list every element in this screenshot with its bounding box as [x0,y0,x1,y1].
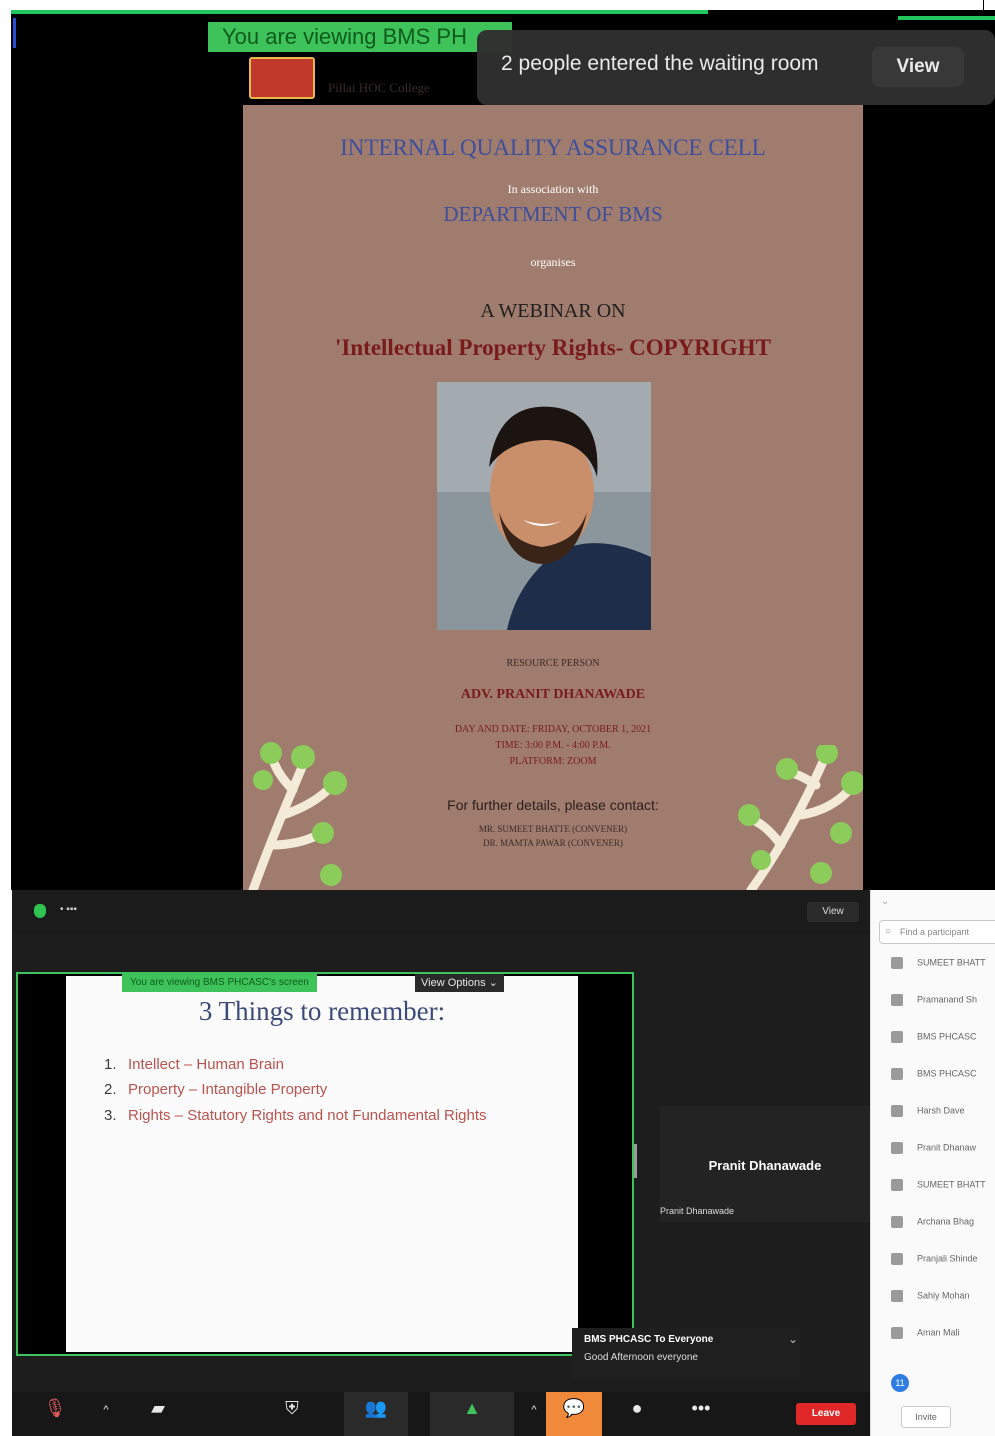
avatar [891,1253,903,1265]
more-dots-icon: ••• [691,1398,711,1418]
leave-meeting-button[interactable]: Leave [796,1403,856,1425]
avatar [891,1142,903,1154]
view-options-dropdown[interactable]: View Options ⌄ [415,974,504,992]
video-camera-icon: ▰ [151,1398,165,1418]
college-name: Pillai HOC College [328,80,430,95]
poster-date: DAY AND DATE: FRIDAY, OCTOBER 1, 2021 [454,724,652,735]
more-button[interactable]: ••• [676,1392,726,1436]
poster-tree-right-icon [738,745,863,890]
poster-tree-left-icon [248,742,347,890]
poster-iqac-title: INTERNAL QUALITY ASSURANCE CELL [340,135,766,160]
poster-department: DEPARTMENT OF BMS [443,202,663,226]
chat-message: Good Afternoon everyone [584,1352,698,1363]
chat-button[interactable]: 💬 [546,1392,602,1436]
college-logo [249,57,315,99]
avatar [891,1216,903,1228]
participant-row[interactable]: Aman Mali [891,1327,995,1347]
video-tile-name: Pranit Dhanawade [708,1158,822,1173]
slide-item-1: 1. Intellect – Human Brain [104,1056,284,1073]
participant-count-badge: 11 [891,1374,909,1392]
share-screen-button[interactable]: ▲ [430,1392,514,1436]
avatar [891,1179,903,1191]
meeting-info-icon[interactable]: • ▪▪▪ [60,904,77,915]
participant-row[interactable]: SUMEET BHATT [891,957,995,977]
waiting-room-notification: 2 people entered the waiting room View [477,30,995,105]
video-tile-caption: Pranit Dhanawade [660,1206,735,1216]
cursor-caret [13,18,16,48]
invite-button[interactable]: Invite [901,1406,951,1428]
participant-row[interactable]: Pramanand Sh [891,994,995,1014]
participant-row[interactable]: Archana Bhag [891,1216,995,1236]
zoom-meeting-window: • ▪▪▪ View 3 Things to remember: 1. Intel… [12,890,870,1436]
share-indicator-line-right [898,16,995,20]
security-shield-icon[interactable] [34,904,46,918]
speaker-photo [437,382,651,630]
poster-webinar-heading: A WEBINAR ON [480,300,626,322]
participant-row[interactable]: SUMEET BHATT [891,1179,995,1199]
search-icon: ○ [885,926,892,937]
chevron-up-icon: ^ [531,1404,537,1416]
audio-options-caret[interactable]: ^ [96,1392,116,1436]
share-screen-icon: ▲ [463,1398,481,1418]
poster-organises: organises [530,255,576,269]
record-button[interactable]: ● [612,1392,662,1436]
start-video-button[interactable]: ▰ [130,1392,186,1436]
participant-video-tile[interactable]: Pranit Dhanawade Pranit Dhanawade [660,1106,870,1222]
view-layout-button[interactable]: View [807,902,859,922]
participants-icon: 👥 [364,1398,388,1418]
avatar [891,1290,903,1302]
shared-screen-top: You are viewing BMS PH INTERNAL QUALITY … [11,10,995,890]
avatar [891,1068,903,1080]
poster-topic: 'Intellectual Property Rights- COPYRIGHT [335,335,771,360]
meeting-toolbar: 🎙 ^ ▰ ⛨ 👥 ▲ ^ 💬 ● ••• Leave [12,1392,870,1436]
microphone-icon: 🎙 [43,1398,67,1418]
shield-icon: ⛨ [285,1398,299,1418]
poster-resource-name: ADV. PRANIT DHANAWADE [460,687,646,702]
avatar [891,1031,903,1043]
chat-notification[interactable]: BMS PHCASC To Everyone Good Afternoon ev… [572,1328,802,1378]
participant-row[interactable]: Pranjali Shinde [891,1253,995,1273]
avatar [891,1327,903,1339]
presentation-slide: 3 Things to remember: 1. Intellect – Huma… [66,976,578,1352]
avatar [891,957,903,969]
avatar [891,1105,903,1117]
chevron-up-icon: ^ [103,1404,109,1416]
splitter-handle[interactable] [634,1144,637,1178]
chevron-down-icon[interactable]: ⌄ [788,1332,798,1346]
participant-row[interactable]: Pranit Dhanaw [891,1142,995,1162]
participant-search-input[interactable]: Find a participant [879,920,995,944]
webinar-poster: INTERNAL QUALITY ASSURANCE CELL In assoc… [243,105,863,890]
meeting-top-bar: • ▪▪▪ View [12,890,870,934]
participants-button[interactable]: 👥 [344,1392,408,1436]
window-edge-marker [983,0,984,10]
slide-item-3: 3. Rights – Statutory Rights and not Fund… [104,1107,487,1124]
participant-row[interactable]: BMS PHCASC [891,1068,995,1088]
participant-row[interactable]: Sahiy Mohan [891,1290,995,1310]
share-indicator-line [11,10,708,14]
record-icon: ● [631,1398,643,1418]
participants-panel: ⌄ Find a participant ○ SUMEET BHATT Pram… [870,890,995,1436]
chat-bubble-icon: 💬 [562,1398,586,1418]
chevron-down-icon[interactable]: ⌄ [881,896,889,907]
security-button[interactable]: ⛨ [267,1392,317,1436]
participant-row[interactable]: BMS PHCASC [891,1031,995,1051]
participant-row[interactable]: Harsh Dave [891,1105,995,1125]
slide-item-2: 2. Property – Intangible Property [104,1081,328,1098]
waiting-room-notification-text: 2 people entered the waiting room [501,52,819,75]
poster-resource-label: RESOURCE PERSON [506,658,600,669]
slide-title: 3 Things to remember: [198,996,446,1026]
viewing-screen-banner: You are viewing BMS PH [208,22,512,52]
poster-association: In association with [507,182,599,196]
chat-sender: BMS PHCASC To Everyone [584,1334,714,1345]
waiting-room-view-button[interactable]: View [872,47,964,87]
avatar [891,994,903,1006]
screen-share-banner: You are viewing BMS PHCASC's screen [122,974,317,992]
share-options-caret[interactable]: ^ [526,1392,542,1436]
mute-button[interactable]: 🎙 [32,1392,78,1436]
